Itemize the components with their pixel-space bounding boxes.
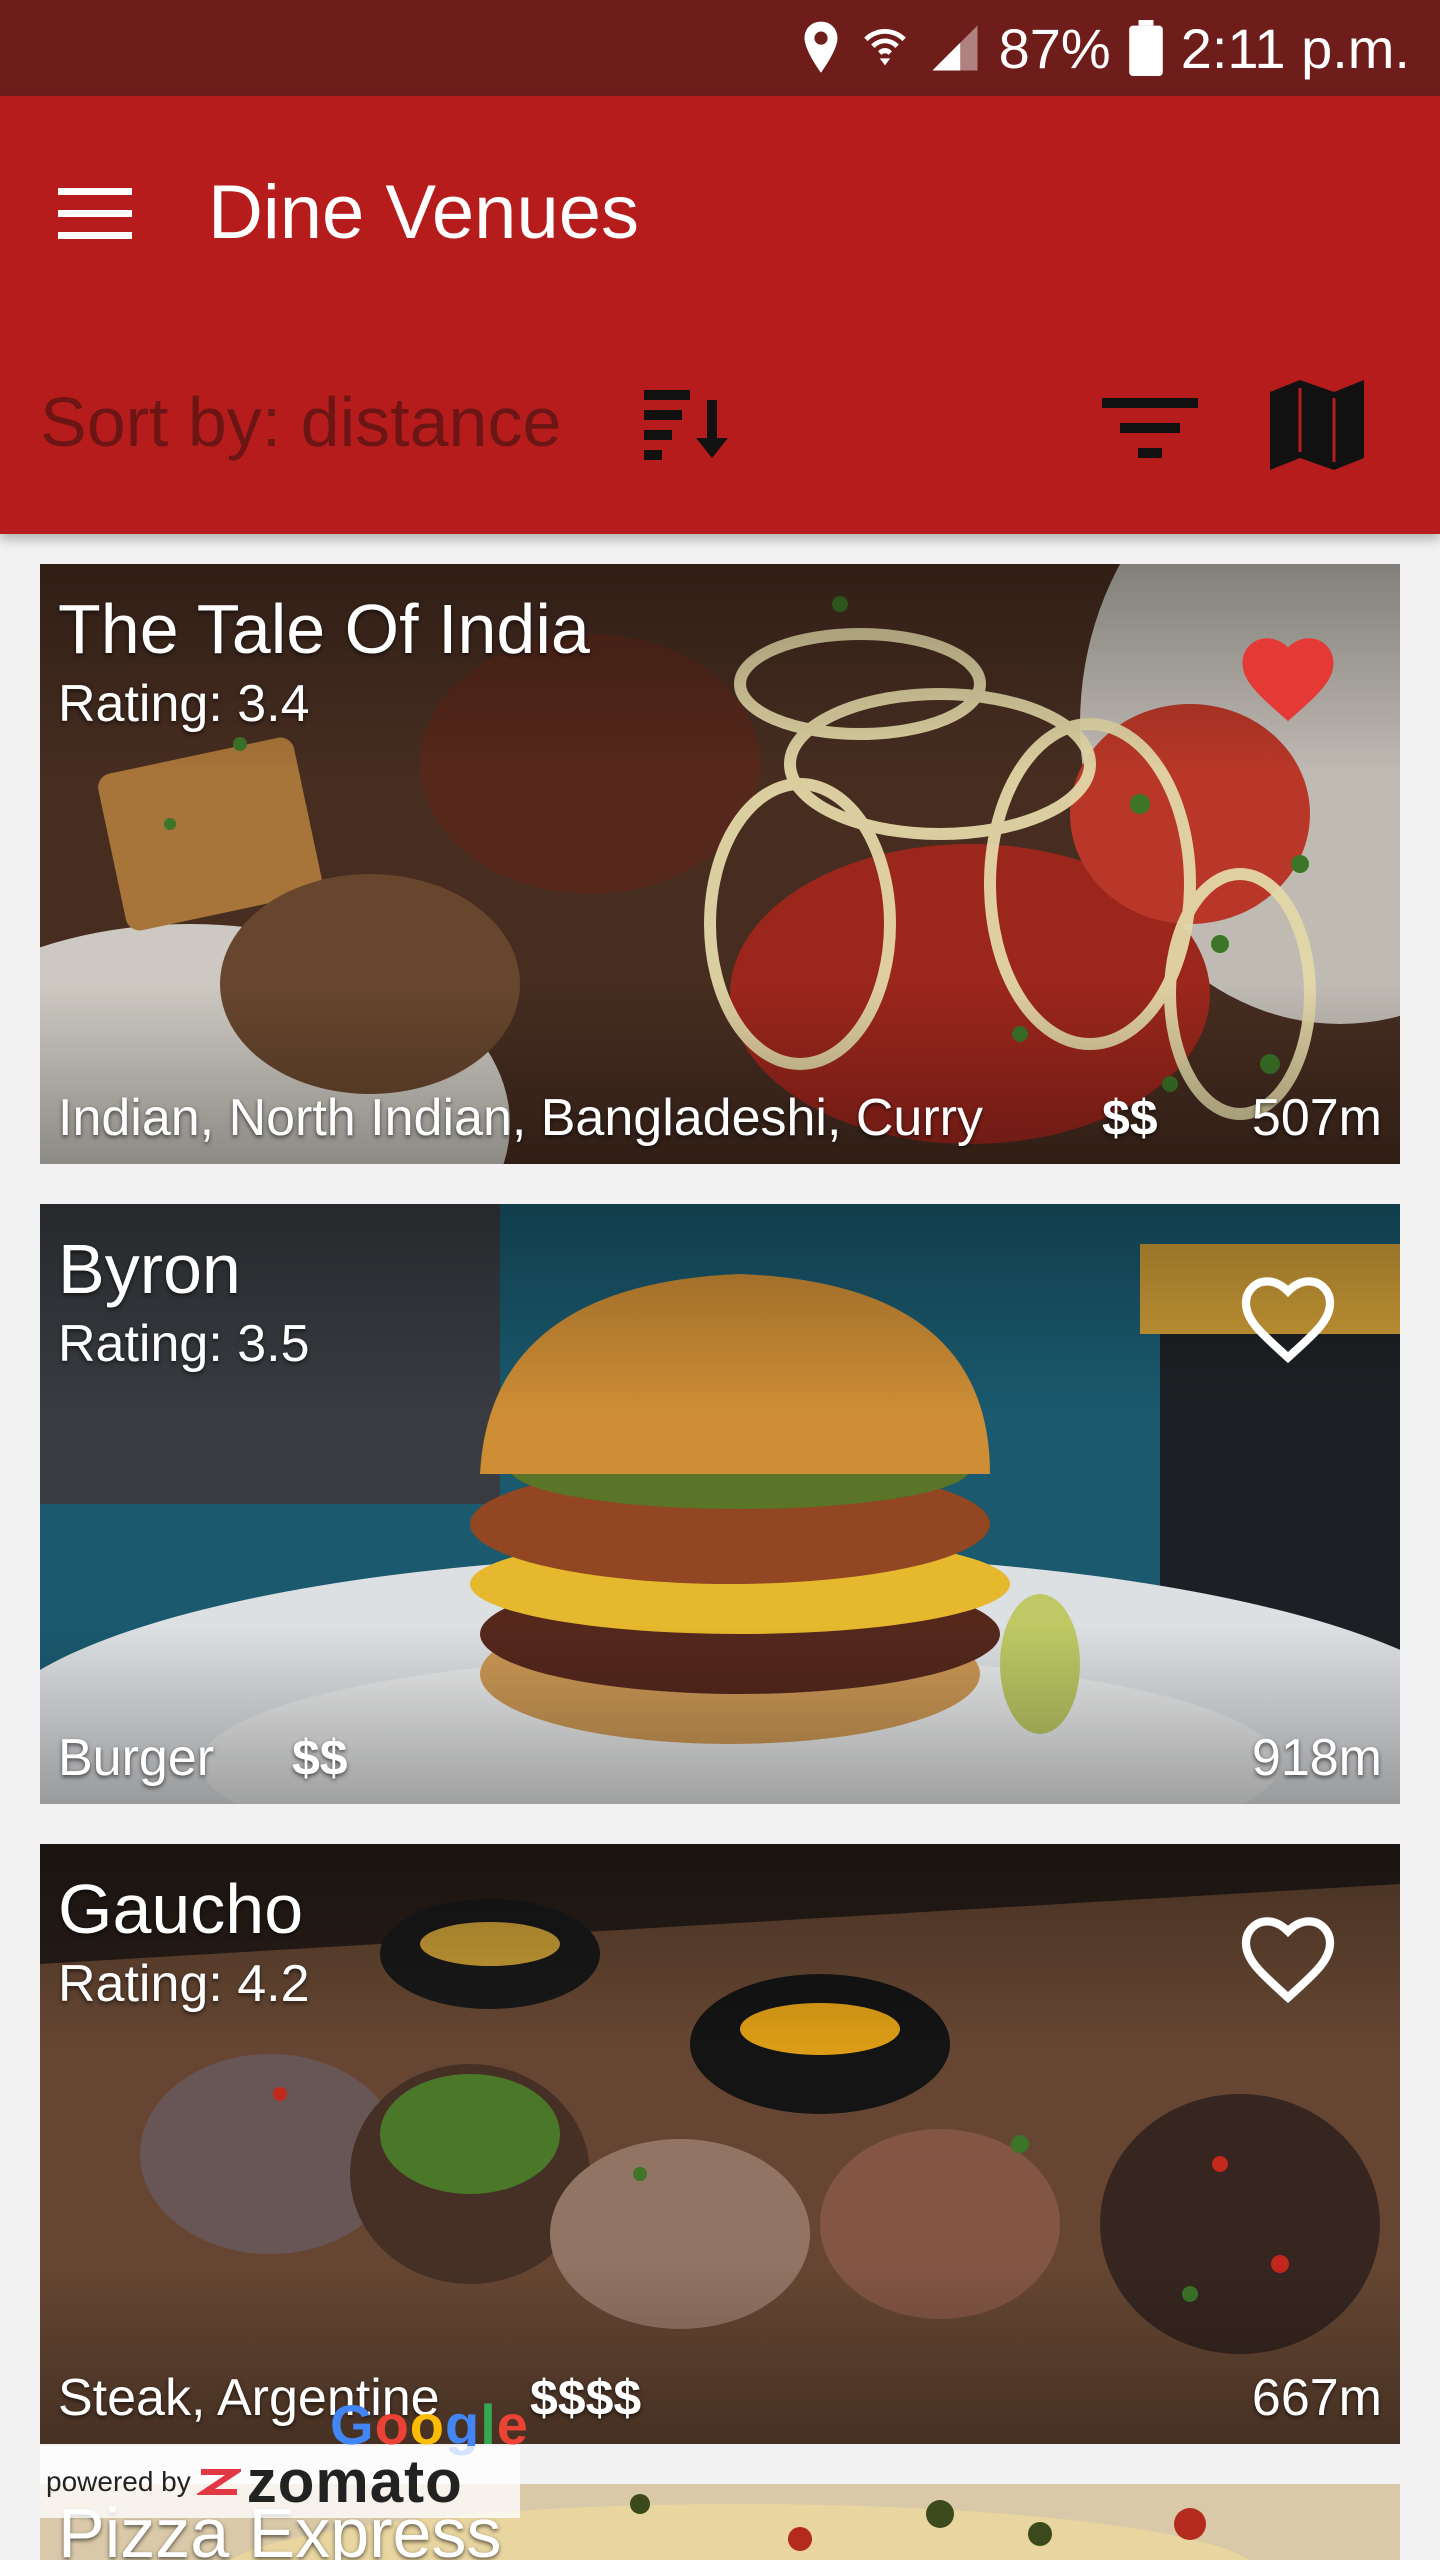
venue-rating: Rating: 3.4 xyxy=(58,675,310,733)
sort-button[interactable] xyxy=(640,380,736,476)
zomato-logo: zomato xyxy=(246,2448,463,2515)
app-bar: Dine Venues Sort by: distance xyxy=(0,96,1440,534)
venue-name: The Tale Of India xyxy=(58,590,590,668)
heart-outline-icon xyxy=(1241,1917,1335,2004)
favorite-button[interactable] xyxy=(1236,1908,1340,2004)
location-icon xyxy=(801,20,841,76)
map-icon xyxy=(1270,380,1364,470)
favorite-button[interactable] xyxy=(1236,1268,1340,1364)
battery-icon xyxy=(1128,20,1163,76)
venue-card[interactable]: Gaucho Rating: 4.2 Steak, Argentine $$$$… xyxy=(40,1844,1400,2444)
venue-cuisine: Burger xyxy=(58,1729,215,1787)
venue-distance: 918m xyxy=(1251,1729,1382,1787)
heart-outline-icon xyxy=(1241,1277,1335,1364)
sort-label[interactable]: Sort by: distance xyxy=(40,374,561,470)
venue-name: Gaucho xyxy=(58,1870,304,1948)
venue-cuisine: Steak, Argentine xyxy=(58,2369,440,2427)
powered-by-label: powered by xyxy=(46,2466,191,2497)
filter-button[interactable] xyxy=(1098,376,1202,480)
venue-card[interactable]: The Tale Of India Rating: 3.4 Indian, No… xyxy=(40,564,1400,1164)
menu-icon xyxy=(58,188,132,239)
status-bar: 87% 2:11 p.m. xyxy=(0,0,1440,96)
heart-filled-icon xyxy=(1242,638,1334,722)
venue-price: $$ xyxy=(292,1730,348,1786)
filter-icon xyxy=(1102,398,1198,458)
venue-card[interactable]: Byron Rating: 3.5 Burger $$ 918m xyxy=(40,1204,1400,1804)
favorite-button[interactable] xyxy=(1236,628,1340,724)
venue-distance: 667m xyxy=(1251,2369,1382,2427)
venue-distance: 507m xyxy=(1251,1089,1382,1147)
app-title: Dine Venues xyxy=(208,170,639,255)
signal-icon xyxy=(929,22,981,74)
sort-icon xyxy=(644,390,728,460)
battery-text: 87% xyxy=(998,16,1111,80)
venue-price: $$$$ xyxy=(530,2370,642,2426)
map-button[interactable] xyxy=(1262,370,1372,480)
venue-rating: Rating: 4.2 xyxy=(58,1955,310,2013)
zomato-attribution: powered by zomato xyxy=(40,2446,520,2518)
venue-name: Byron xyxy=(58,1230,241,1308)
zomato-logo-icon xyxy=(196,2469,241,2495)
menu-button[interactable] xyxy=(56,174,136,254)
venue-price: $$ xyxy=(1102,1090,1158,1146)
clock: 2:11 p.m. xyxy=(1180,16,1410,80)
wifi-icon xyxy=(859,20,911,76)
venue-cuisine: Indian, North Indian, Bangladeshi, Curry xyxy=(58,1089,983,1147)
venue-rating: Rating: 3.5 xyxy=(58,1315,310,1373)
